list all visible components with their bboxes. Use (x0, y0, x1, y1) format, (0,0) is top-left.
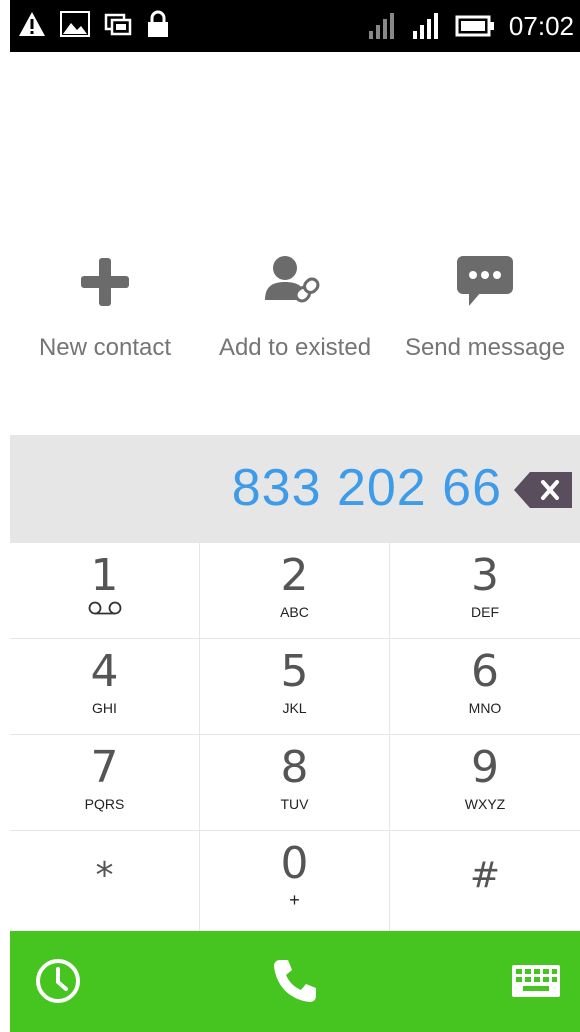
keyboard-toggle-button[interactable] (506, 951, 566, 1011)
key-digit: # (469, 855, 501, 896)
key-hash[interactable]: # (390, 831, 580, 931)
backspace-icon[interactable] (514, 471, 574, 509)
add-to-existing-label: Add to existed (218, 334, 372, 361)
key-letters: MNO (468, 700, 502, 716)
status-right-icons: 07:02 (367, 8, 574, 44)
key-4[interactable]: 4 GHI (10, 639, 200, 735)
send-message-button[interactable]: Send message (390, 250, 580, 380)
key-letters: JKL (282, 700, 307, 716)
key-digit: * (95, 855, 114, 896)
status-time: 07:02 (508, 11, 574, 41)
key-5[interactable]: 5 JKL (200, 639, 390, 735)
dialer-screen: 07:02 New contact Add to existed Send me… (10, 0, 580, 1032)
plus-icon (81, 258, 129, 306)
signal-icon (368, 13, 394, 39)
key-6[interactable]: 6 MNO (390, 639, 580, 735)
send-message-label: Send message (404, 334, 566, 361)
key-7[interactable]: 7 PQRS (10, 735, 200, 831)
status-bar: 07:02 (10, 0, 580, 52)
signal-icon (412, 13, 438, 39)
key-letters: WXYZ (464, 796, 506, 812)
key-digit: 2 (280, 550, 309, 601)
key-digit: 4 (90, 646, 119, 697)
clock-icon (36, 959, 80, 1003)
phone-icon (274, 960, 316, 1002)
key-digit: 6 (471, 646, 499, 697)
add-to-existing-button[interactable]: Add to existed (200, 250, 390, 380)
message-icon (457, 256, 513, 306)
status-left-icons (18, 10, 170, 38)
call-button[interactable] (265, 951, 325, 1011)
key-digit: 0 (280, 838, 309, 889)
key-star[interactable]: * (10, 831, 200, 931)
bottom-bar (10, 931, 580, 1032)
warning-icon (19, 12, 45, 36)
key-8[interactable]: 8 TUV (200, 735, 390, 831)
key-letters: GHI (92, 700, 117, 716)
key-9[interactable]: 9 WXYZ (390, 735, 580, 831)
key-letters: + (289, 890, 300, 910)
key-digit: 8 (280, 742, 309, 793)
key-digit: 7 (90, 742, 119, 793)
key-letters: DEF (471, 604, 499, 620)
call-log-button[interactable] (28, 951, 88, 1011)
add-to-contact-icon (265, 256, 320, 303)
dial-keypad: 1 2 ABC 3 DEF 4 GHI 5 JKL 6 MNO 7 PQRS 8… (10, 543, 580, 931)
new-contact-button[interactable]: New contact (10, 250, 200, 380)
key-digit: 3 (471, 550, 499, 601)
keyboard-icon (512, 965, 560, 997)
new-contact-label: New contact (38, 334, 172, 361)
key-digit: 9 (471, 742, 499, 793)
key-letters: ABC (280, 604, 309, 620)
image-icon (60, 11, 90, 37)
number-display: 833 202 66 (10, 435, 580, 543)
key-letters: PQRS (84, 796, 125, 812)
key-digit: 1 (90, 550, 119, 601)
battery-icon (455, 15, 494, 37)
dialed-number[interactable]: 833 202 66 (232, 455, 502, 521)
quick-actions: New contact Add to existed Send message (10, 250, 580, 380)
lock-icon (148, 10, 168, 37)
key-2[interactable]: 2 ABC (200, 543, 390, 639)
key-digit: 5 (280, 646, 309, 697)
voicemail-icon (88, 601, 121, 615)
key-0[interactable]: 0 + (200, 831, 390, 931)
key-letters: TUV (280, 796, 309, 812)
key-3[interactable]: 3 DEF (390, 543, 580, 639)
screen-cast-icon (104, 13, 132, 36)
key-1[interactable]: 1 (10, 543, 200, 639)
